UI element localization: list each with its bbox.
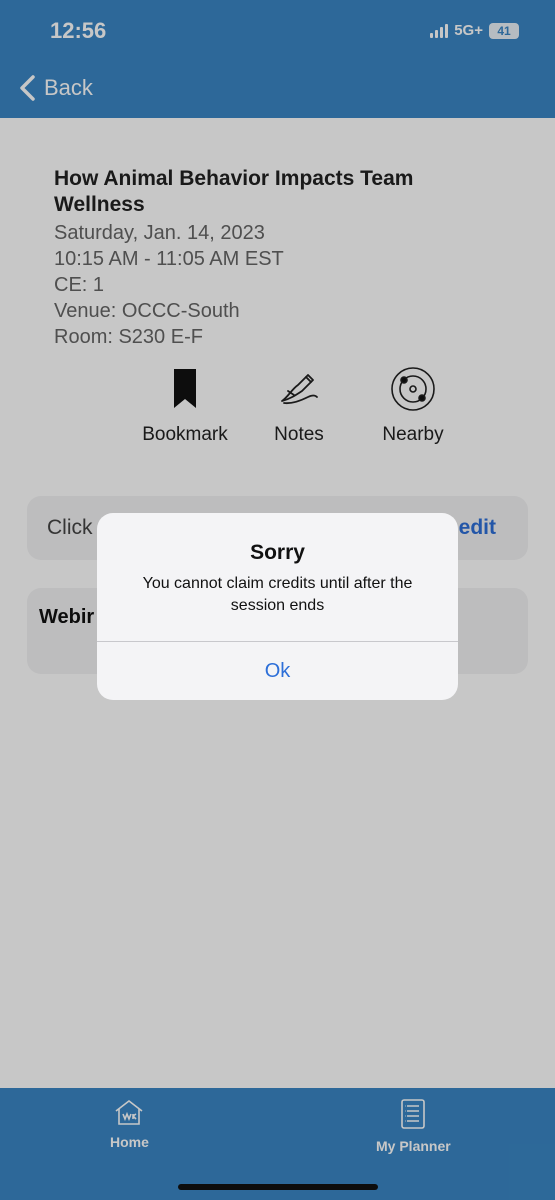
alert-dialog: Sorry You cannot claim credits until aft…	[97, 513, 458, 700]
ok-button[interactable]: Ok	[97, 642, 458, 700]
alert-title: Sorry	[250, 541, 305, 564]
alert-message: You cannot claim credits until after the…	[142, 575, 413, 614]
